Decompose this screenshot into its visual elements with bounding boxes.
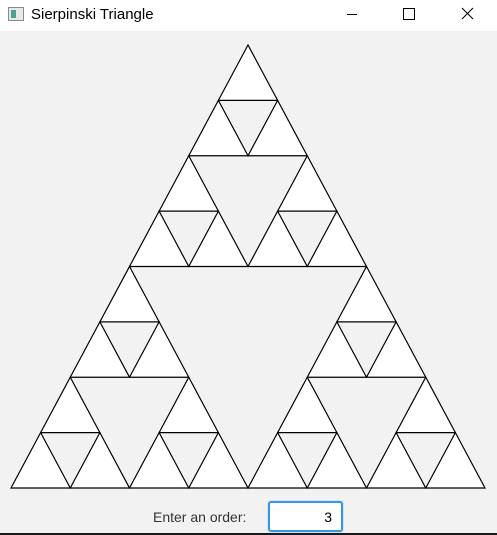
window-title: Sierpinski Triangle [31,6,154,23]
close-icon [461,7,474,20]
app-window: Sierpinski Triangle Enter an order: [0,0,497,535]
sierpinski-triangle [9,43,487,489]
sierpinski-subtriangle [424,431,487,489]
sierpinski-subtriangle [306,209,368,268]
maximize-button[interactable] [386,0,432,31]
sierpinski-subtriangle [276,154,338,212]
sierpinski-subtriangle [395,375,457,434]
sierpinski-subtriangle [246,431,309,489]
sierpinski-subtriangle [39,375,101,434]
sierpinski-subtriangle [246,99,309,157]
sierpinski-canvas [0,31,497,501]
sierpinski-subtriangle [246,209,309,268]
sierpinski-subtriangle [306,431,368,489]
title-bar[interactable]: Sierpinski Triangle [0,0,497,31]
sierpinski-subtriangle [217,43,279,101]
sierpinski-subtriangle [158,375,220,434]
minimize-icon [347,14,357,15]
java-app-icon [8,7,24,21]
sierpinski-subtriangle [69,320,131,378]
sierpinski-subtriangle [365,320,427,378]
sierpinski-subtriangle [187,99,250,157]
sierpinski-subtriangle [158,154,220,212]
order-label: Enter an order: [153,509,247,525]
order-input[interactable] [268,501,343,532]
minimize-button[interactable] [328,0,374,31]
sierpinski-subtriangle [306,320,368,378]
maximize-icon [403,8,415,20]
sierpinski-subtriangle [69,431,131,489]
sierpinski-subtriangle [276,375,338,434]
sierpinski-subtriangle [128,320,190,378]
sierpinski-subtriangle [128,209,190,268]
sierpinski-subtriangle [187,431,250,489]
sierpinski-subtriangle [365,431,427,489]
sierpinski-subtriangle [98,265,161,323]
sierpinski-subtriangle [187,209,250,268]
close-button[interactable] [444,0,490,31]
sierpinski-subtriangle [9,431,72,489]
sierpinski-subtriangle [128,431,190,489]
sierpinski-subtriangle [335,265,398,323]
